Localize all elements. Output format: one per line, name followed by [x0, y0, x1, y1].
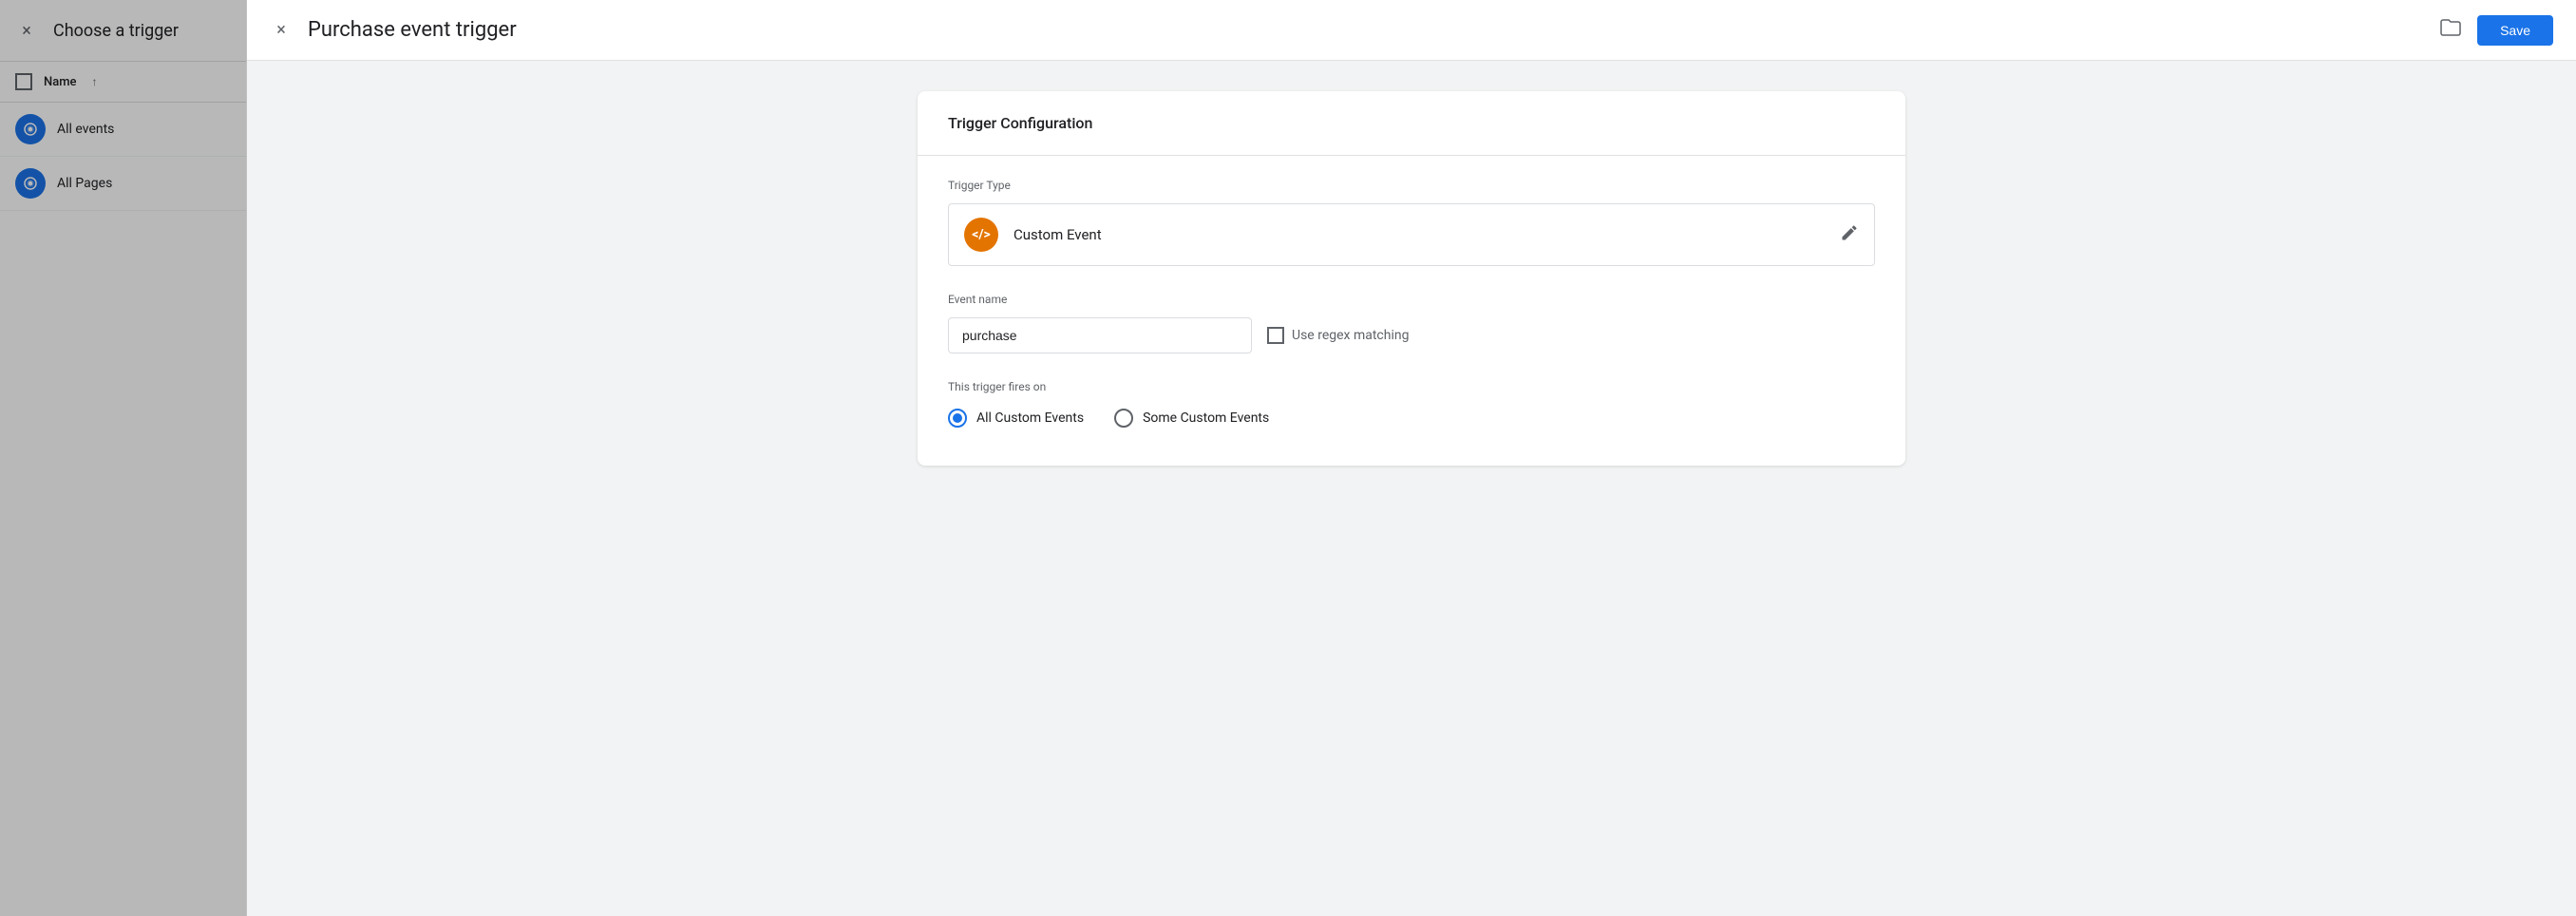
- radio-inner-all: [953, 413, 962, 423]
- regex-label: Use regex matching: [1292, 328, 1409, 343]
- trigger-type-section-label: Trigger Type: [948, 179, 1875, 192]
- radio-outer-some: [1114, 409, 1133, 428]
- main-content: Trigger Configuration Trigger Type </> C…: [247, 61, 2576, 916]
- trigger-type-row: </> Custom Event: [948, 203, 1875, 266]
- column-name-label: Name: [44, 75, 77, 89]
- card-header-title: Trigger Configuration: [948, 114, 1875, 132]
- left-panel-header: × Choose a trigger: [0, 0, 246, 62]
- radio-label-some: Some Custom Events: [1143, 410, 1269, 426]
- folder-icon[interactable]: [2439, 16, 2462, 44]
- column-header-row: Name ↑: [0, 62, 246, 103]
- all-pages-icon: [15, 168, 46, 199]
- close-left-button[interactable]: ×: [15, 19, 38, 42]
- radio-outer-all: [948, 409, 967, 428]
- event-name-input[interactable]: [948, 317, 1252, 353]
- radio-option-some[interactable]: Some Custom Events: [1114, 409, 1269, 428]
- card-body: Trigger Type </> Custom Event Event name: [918, 156, 1905, 466]
- custom-event-icon: </>: [964, 218, 998, 252]
- panel-title: Purchase event trigger: [308, 18, 2424, 42]
- all-pages-label: All Pages: [57, 176, 112, 191]
- list-item-all-pages[interactable]: All Pages: [0, 157, 246, 211]
- list-item-all-events[interactable]: All events: [0, 103, 246, 157]
- card-header: Trigger Configuration: [918, 91, 1905, 156]
- edit-trigger-type-icon[interactable]: [1840, 223, 1859, 247]
- event-name-section: Event name Use regex matching: [948, 293, 1875, 353]
- save-button[interactable]: Save: [2477, 15, 2553, 46]
- regex-checkbox[interactable]: [1267, 327, 1284, 344]
- all-events-label: All events: [57, 122, 114, 137]
- sort-arrow-icon: ↑: [92, 75, 98, 88]
- trigger-config-card: Trigger Configuration Trigger Type </> C…: [918, 91, 1905, 466]
- fires-on-label: This trigger fires on: [948, 380, 1875, 393]
- event-name-label: Event name: [948, 293, 1875, 306]
- select-all-checkbox[interactable]: [15, 73, 32, 90]
- event-name-row: Use regex matching: [948, 317, 1875, 353]
- radio-option-all[interactable]: All Custom Events: [948, 409, 1084, 428]
- fires-on-section: This trigger fires on All Custom Events …: [948, 380, 1875, 428]
- regex-row: Use regex matching: [1267, 327, 1409, 344]
- close-right-button[interactable]: ×: [270, 19, 293, 42]
- left-panel-title: Choose a trigger: [53, 21, 179, 41]
- left-panel: × Choose a trigger Name ↑ All events All…: [0, 0, 247, 916]
- radio-label-all: All Custom Events: [976, 410, 1084, 426]
- trigger-type-label: Custom Event: [1013, 226, 1825, 243]
- all-events-icon: [15, 114, 46, 144]
- right-panel: × Purchase event trigger Save Trigger Co…: [247, 0, 2576, 916]
- top-bar: × Purchase event trigger Save: [247, 0, 2576, 61]
- fires-on-radio-row: All Custom Events Some Custom Events: [948, 409, 1875, 428]
